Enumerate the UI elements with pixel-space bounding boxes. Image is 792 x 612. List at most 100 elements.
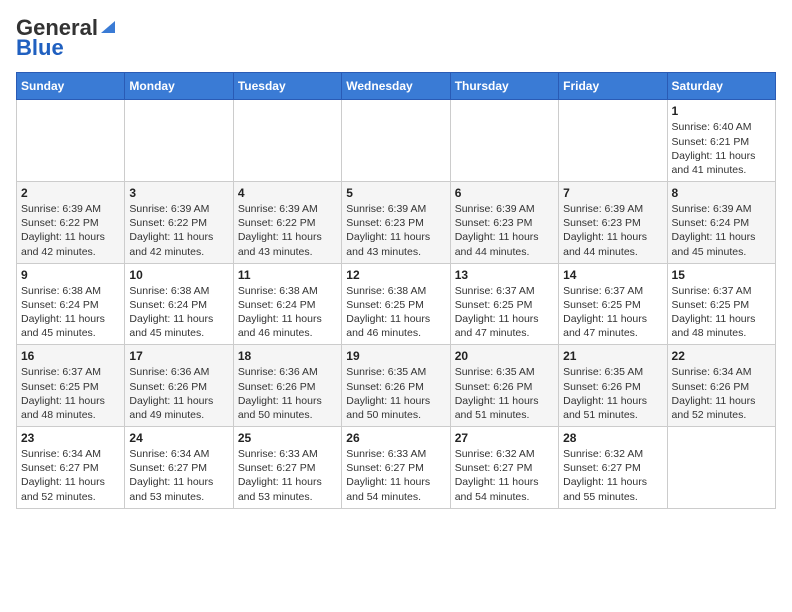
logo-arrow-icon <box>99 17 117 35</box>
day-number: 9 <box>21 268 120 282</box>
day-info: Sunrise: 6:37 AM Sunset: 6:25 PM Dayligh… <box>21 365 120 422</box>
calendar-cell: 11 Sunrise: 6:38 AM Sunset: 6:24 PM Dayli… <box>233 263 341 345</box>
day-info: Sunrise: 6:36 AM Sunset: 6:26 PM Dayligh… <box>129 365 228 422</box>
day-number: 16 <box>21 349 120 363</box>
day-number: 3 <box>129 186 228 200</box>
day-info: Sunrise: 6:32 AM Sunset: 6:27 PM Dayligh… <box>563 447 662 504</box>
calendar-cell: 14 Sunrise: 6:37 AM Sunset: 6:25 PM Dayli… <box>559 263 667 345</box>
day-info: Sunrise: 6:36 AM Sunset: 6:26 PM Dayligh… <box>238 365 337 422</box>
calendar-cell: 17 Sunrise: 6:36 AM Sunset: 6:26 PM Dayli… <box>125 345 233 427</box>
day-number: 11 <box>238 268 337 282</box>
calendar-cell <box>342 100 450 182</box>
day-number: 12 <box>346 268 445 282</box>
calendar-cell: 25 Sunrise: 6:33 AM Sunset: 6:27 PM Dayli… <box>233 427 341 509</box>
day-number: 7 <box>563 186 662 200</box>
calendar-cell: 21 Sunrise: 6:35 AM Sunset: 6:26 PM Dayli… <box>559 345 667 427</box>
day-info: Sunrise: 6:40 AM Sunset: 6:21 PM Dayligh… <box>672 120 771 177</box>
day-info: Sunrise: 6:39 AM Sunset: 6:22 PM Dayligh… <box>21 202 120 259</box>
day-number: 18 <box>238 349 337 363</box>
calendar-cell: 16 Sunrise: 6:37 AM Sunset: 6:25 PM Dayli… <box>17 345 125 427</box>
day-info: Sunrise: 6:37 AM Sunset: 6:25 PM Dayligh… <box>563 284 662 341</box>
calendar-cell: 1 Sunrise: 6:40 AM Sunset: 6:21 PM Daylig… <box>667 100 775 182</box>
calendar-cell: 10 Sunrise: 6:38 AM Sunset: 6:24 PM Dayli… <box>125 263 233 345</box>
day-info: Sunrise: 6:33 AM Sunset: 6:27 PM Dayligh… <box>238 447 337 504</box>
page-header: General Blue <box>16 16 776 60</box>
day-info: Sunrise: 6:37 AM Sunset: 6:25 PM Dayligh… <box>455 284 554 341</box>
calendar-cell: 5 Sunrise: 6:39 AM Sunset: 6:23 PM Daylig… <box>342 182 450 264</box>
day-info: Sunrise: 6:34 AM Sunset: 6:26 PM Dayligh… <box>672 365 771 422</box>
calendar-cell: 20 Sunrise: 6:35 AM Sunset: 6:26 PM Dayli… <box>450 345 558 427</box>
day-number: 10 <box>129 268 228 282</box>
calendar-cell: 8 Sunrise: 6:39 AM Sunset: 6:24 PM Daylig… <box>667 182 775 264</box>
calendar-cell: 28 Sunrise: 6:32 AM Sunset: 6:27 PM Dayli… <box>559 427 667 509</box>
calendar-cell: 4 Sunrise: 6:39 AM Sunset: 6:22 PM Daylig… <box>233 182 341 264</box>
day-info: Sunrise: 6:39 AM Sunset: 6:23 PM Dayligh… <box>563 202 662 259</box>
day-info: Sunrise: 6:32 AM Sunset: 6:27 PM Dayligh… <box>455 447 554 504</box>
day-info: Sunrise: 6:38 AM Sunset: 6:25 PM Dayligh… <box>346 284 445 341</box>
calendar-cell <box>667 427 775 509</box>
day-info: Sunrise: 6:37 AM Sunset: 6:25 PM Dayligh… <box>672 284 771 341</box>
logo: General Blue <box>16 16 117 60</box>
calendar-cell: 26 Sunrise: 6:33 AM Sunset: 6:27 PM Dayli… <box>342 427 450 509</box>
calendar-cell: 13 Sunrise: 6:37 AM Sunset: 6:25 PM Dayli… <box>450 263 558 345</box>
day-info: Sunrise: 6:38 AM Sunset: 6:24 PM Dayligh… <box>238 284 337 341</box>
day-number: 5 <box>346 186 445 200</box>
day-number: 19 <box>346 349 445 363</box>
day-info: Sunrise: 6:38 AM Sunset: 6:24 PM Dayligh… <box>129 284 228 341</box>
day-info: Sunrise: 6:38 AM Sunset: 6:24 PM Dayligh… <box>21 284 120 341</box>
day-number: 26 <box>346 431 445 445</box>
day-info: Sunrise: 6:39 AM Sunset: 6:23 PM Dayligh… <box>346 202 445 259</box>
day-number: 14 <box>563 268 662 282</box>
calendar-cell: 23Sunrise: 6:34 AM Sunset: 6:27 PM Dayli… <box>17 427 125 509</box>
calendar-cell: 22 Sunrise: 6:34 AM Sunset: 6:26 PM Dayli… <box>667 345 775 427</box>
day-info: Sunrise: 6:34 AM Sunset: 6:27 PM Dayligh… <box>21 447 120 504</box>
dow-header: Thursday <box>450 73 558 100</box>
day-number: 24 <box>129 431 228 445</box>
calendar-cell: 12 Sunrise: 6:38 AM Sunset: 6:25 PM Dayli… <box>342 263 450 345</box>
day-number: 27 <box>455 431 554 445</box>
calendar-cell: 27 Sunrise: 6:32 AM Sunset: 6:27 PM Dayli… <box>450 427 558 509</box>
dow-header: Saturday <box>667 73 775 100</box>
calendar-cell: 2Sunrise: 6:39 AM Sunset: 6:22 PM Daylig… <box>17 182 125 264</box>
calendar-cell: 19 Sunrise: 6:35 AM Sunset: 6:26 PM Dayli… <box>342 345 450 427</box>
day-info: Sunrise: 6:35 AM Sunset: 6:26 PM Dayligh… <box>455 365 554 422</box>
calendar-cell <box>450 100 558 182</box>
day-number: 25 <box>238 431 337 445</box>
calendar-cell: 6Sunrise: 6:39 AM Sunset: 6:23 PM Daylig… <box>450 182 558 264</box>
calendar-cell: 24 Sunrise: 6:34 AM Sunset: 6:27 PM Dayli… <box>125 427 233 509</box>
logo-blue-text: Blue <box>16 36 64 60</box>
calendar-cell <box>125 100 233 182</box>
dow-header: Sunday <box>17 73 125 100</box>
day-number: 1 <box>672 104 771 118</box>
day-info: Sunrise: 6:39 AM Sunset: 6:24 PM Dayligh… <box>672 202 771 259</box>
calendar-cell: 7 Sunrise: 6:39 AM Sunset: 6:23 PM Daylig… <box>559 182 667 264</box>
day-info: Sunrise: 6:39 AM Sunset: 6:22 PM Dayligh… <box>238 202 337 259</box>
dow-header: Tuesday <box>233 73 341 100</box>
day-number: 22 <box>672 349 771 363</box>
calendar-cell: 15 Sunrise: 6:37 AM Sunset: 6:25 PM Dayli… <box>667 263 775 345</box>
calendar-header: SundayMondayTuesdayWednesdayThursdayFrid… <box>17 73 776 100</box>
day-number: 28 <box>563 431 662 445</box>
day-number: 4 <box>238 186 337 200</box>
day-info: Sunrise: 6:35 AM Sunset: 6:26 PM Dayligh… <box>563 365 662 422</box>
calendar-cell: 3 Sunrise: 6:39 AM Sunset: 6:22 PM Daylig… <box>125 182 233 264</box>
day-info: Sunrise: 6:35 AM Sunset: 6:26 PM Dayligh… <box>346 365 445 422</box>
calendar-cell: 18 Sunrise: 6:36 AM Sunset: 6:26 PM Dayli… <box>233 345 341 427</box>
day-number: 20 <box>455 349 554 363</box>
calendar-cell <box>17 100 125 182</box>
day-info: Sunrise: 6:33 AM Sunset: 6:27 PM Dayligh… <box>346 447 445 504</box>
calendar-cell <box>233 100 341 182</box>
calendar-table: SundayMondayTuesdayWednesdayThursdayFrid… <box>16 72 776 508</box>
calendar-cell: 9 Sunrise: 6:38 AM Sunset: 6:24 PM Daylig… <box>17 263 125 345</box>
day-info: Sunrise: 6:39 AM Sunset: 6:22 PM Dayligh… <box>129 202 228 259</box>
dow-header: Wednesday <box>342 73 450 100</box>
day-number: 15 <box>672 268 771 282</box>
day-info: Sunrise: 6:34 AM Sunset: 6:27 PM Dayligh… <box>129 447 228 504</box>
day-number: 21 <box>563 349 662 363</box>
dow-header: Friday <box>559 73 667 100</box>
day-number: 17 <box>129 349 228 363</box>
day-number: 8 <box>672 186 771 200</box>
day-number: 13 <box>455 268 554 282</box>
day-info: Sunrise: 6:39 AM Sunset: 6:23 PM Dayligh… <box>455 202 554 259</box>
dow-header: Monday <box>125 73 233 100</box>
